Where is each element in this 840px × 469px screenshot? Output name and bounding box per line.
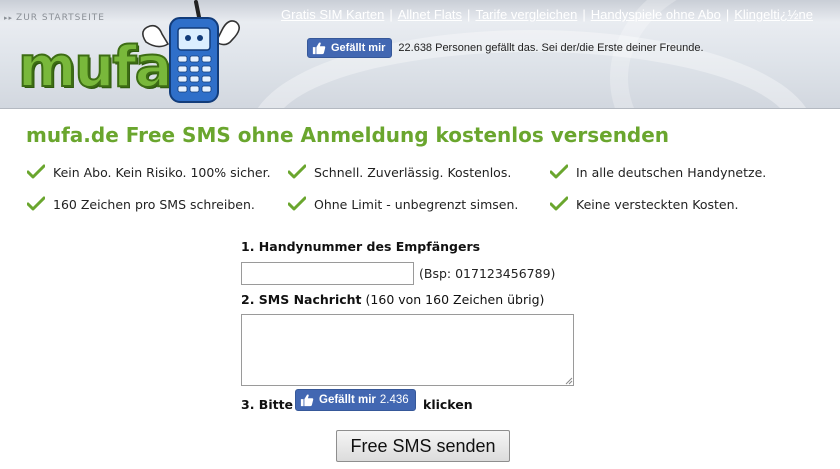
feature-item: 160 Zeichen pro SMS schreiben.	[27, 196, 255, 212]
recipient-number-label: 1. Handynummer des Empfängers	[241, 239, 481, 254]
checkmark-icon	[27, 196, 45, 211]
checkmark-icon	[288, 196, 306, 211]
nav-link-tarife[interactable]: Tarife vergleichen	[475, 7, 577, 22]
nav-link-handyspiele[interactable]: Handyspiele ohne Abo	[591, 7, 721, 22]
checkmark-icon	[550, 164, 568, 179]
character-counter: (160 von 160 Zeichen übrig)	[365, 292, 545, 307]
thumbs-up-icon	[300, 394, 314, 407]
facebook-like-widget: Gefällt mir 22.638 Personen gefällt das.…	[307, 38, 704, 58]
facebook-like-button[interactable]: Gefällt mir	[307, 38, 393, 58]
page-title: mufa.de Free SMS ohne Anmeldung kostenlo…	[26, 123, 670, 147]
feature-item: Keine versteckten Kosten.	[550, 196, 738, 212]
back-to-home-link[interactable]: ▸▸ ZUR STARTSEITE	[4, 13, 105, 23]
number-example-hint: (Bsp: 017123456789)	[419, 266, 556, 281]
site-header: ▸▸ ZUR STARTSEITE Gratis SIM Karten | Allne…	[0, 0, 840, 109]
facebook-like-button-step3[interactable]: Gefällt mir 2.436	[295, 389, 416, 411]
nav-link-klingeltoene[interactable]: Klingelti¿½ne	[734, 7, 813, 22]
resize-grip-icon[interactable]	[565, 377, 573, 385]
feature-item: Ohne Limit - unbegrenzt simsen.	[288, 196, 518, 212]
like-count: 2.436	[379, 394, 409, 406]
feature-item: Schnell. Zuverlässig. Kostenlos.	[288, 164, 511, 180]
top-navigation: Gratis SIM Karten | Allnet Flats | Tarife ve…	[281, 7, 813, 22]
message-label: 2. SMS Nachricht (160 von 160 Zeichen üb…	[241, 292, 545, 307]
step3-prefix: 3. Bitte	[241, 397, 294, 412]
phone-mascot-icon	[142, 0, 240, 103]
thumbs-up-icon	[312, 42, 326, 55]
sms-message-textarea[interactable]	[241, 314, 574, 386]
step3-suffix: klicken	[423, 397, 473, 412]
checkmark-icon	[288, 164, 306, 179]
checkmark-icon	[27, 164, 45, 179]
nav-link-sim-karten[interactable]: Gratis SIM Karten	[281, 7, 384, 22]
like-count-text: 22.638 Personen gefällt das. Sei der/die…	[398, 42, 704, 54]
checkmark-icon	[550, 196, 568, 211]
send-sms-button[interactable]: Free SMS senden	[336, 430, 510, 462]
feature-item: Kein Abo. Kein Risiko. 100% sicher.	[27, 164, 271, 180]
recipient-number-input[interactable]	[241, 262, 414, 285]
double-arrow-icon: ▸▸	[4, 14, 14, 22]
feature-item: In alle deutschen Handynetze.	[550, 164, 766, 180]
nav-link-allnet-flats[interactable]: Allnet Flats	[398, 7, 462, 22]
